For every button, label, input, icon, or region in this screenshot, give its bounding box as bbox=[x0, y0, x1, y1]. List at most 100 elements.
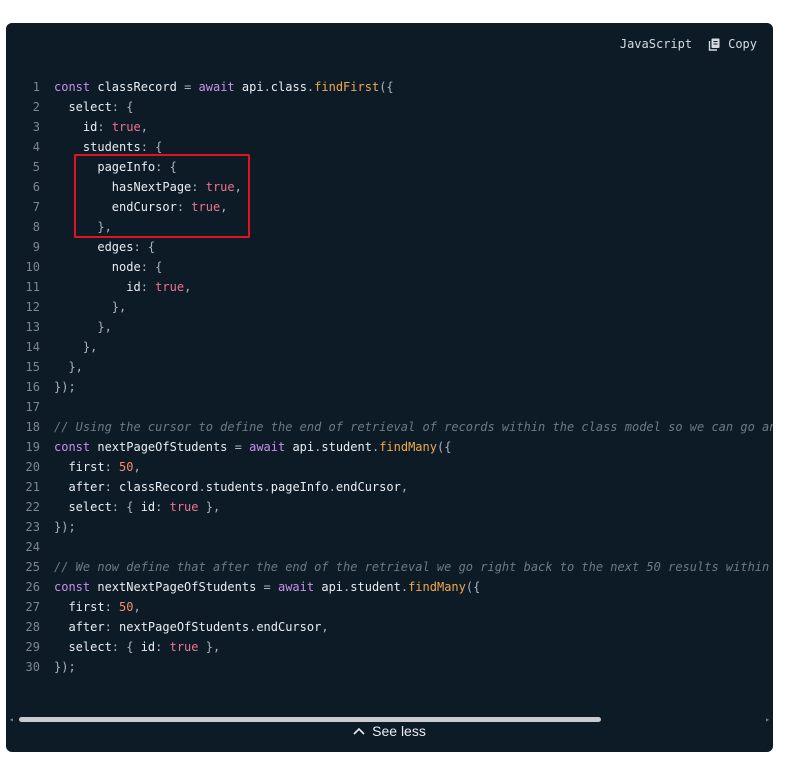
code-token: , bbox=[234, 180, 242, 194]
code-line: 9 edges: { bbox=[6, 237, 773, 257]
code-line: 15 }, bbox=[6, 357, 773, 377]
code-token: }, bbox=[205, 500, 221, 514]
code-token: , bbox=[400, 480, 409, 494]
line-number: 30 bbox=[25, 660, 40, 674]
code-token: : { bbox=[111, 500, 141, 514]
code-token: : bbox=[104, 480, 120, 494]
see-less-button[interactable]: See less bbox=[6, 717, 773, 745]
line-number: 27 bbox=[25, 600, 40, 614]
code-token: pageInfo bbox=[270, 480, 329, 494]
code-token: : { bbox=[111, 100, 134, 114]
code-line: 29 select: { id: true }, bbox=[6, 637, 773, 657]
line-number: 23 bbox=[25, 520, 40, 534]
line-number: 1 bbox=[32, 80, 40, 94]
code-token: after bbox=[54, 480, 105, 494]
code-token: }, bbox=[54, 300, 127, 314]
code-token: 50 bbox=[119, 460, 134, 474]
code-token: id bbox=[54, 120, 98, 134]
code-line: 20 first: 50, bbox=[6, 457, 773, 477]
code-token: : bbox=[104, 620, 120, 634]
code-line: 18 // Using the cursor to define the end … bbox=[6, 417, 773, 437]
code-token: , bbox=[133, 460, 141, 474]
code-token: true bbox=[111, 120, 141, 134]
code-toolbar: JavaScript Copy bbox=[620, 37, 757, 51]
code-token: node bbox=[54, 260, 141, 274]
line-number: 26 bbox=[25, 580, 40, 594]
code-line: 17 bbox=[6, 397, 773, 417]
code-token: endCursor bbox=[335, 480, 401, 494]
code-token: first bbox=[54, 460, 105, 474]
line-number: 12 bbox=[25, 300, 40, 314]
code-token: . bbox=[263, 80, 271, 94]
code-token: classRecord bbox=[97, 80, 185, 94]
code-token: true bbox=[155, 280, 185, 294]
code-token: : bbox=[97, 120, 112, 134]
code-token: }, bbox=[54, 360, 83, 374]
code-line: 21 after: classRecord.students.pageInfo.… bbox=[6, 477, 773, 497]
chevron-up-icon bbox=[353, 727, 365, 735]
code-token: first bbox=[54, 600, 105, 614]
code-token: , bbox=[184, 280, 192, 294]
code-token: classRecord bbox=[119, 480, 199, 494]
line-number: 5 bbox=[32, 160, 40, 174]
code-token: : bbox=[104, 600, 120, 614]
code-token: api bbox=[292, 440, 315, 454]
code-token: findMany bbox=[408, 580, 466, 594]
copy-button[interactable]: Copy bbox=[708, 37, 757, 51]
code-token: // Using the cursor to define the end of… bbox=[54, 420, 773, 434]
code-line: 27 first: 50, bbox=[6, 597, 773, 617]
code-token: id bbox=[140, 500, 156, 514]
line-number: 15 bbox=[25, 360, 40, 374]
code-line: 25 // We now define that after the end of… bbox=[6, 557, 773, 577]
code-token: const bbox=[54, 580, 98, 594]
code-token: , bbox=[140, 120, 148, 134]
code-line: 14 }, bbox=[6, 337, 773, 357]
code-token: true bbox=[169, 500, 206, 514]
line-number: 24 bbox=[25, 540, 40, 554]
code-token: nextPageOfStudents bbox=[119, 620, 250, 634]
line-number: 2 bbox=[32, 100, 40, 114]
code-token: const bbox=[54, 440, 98, 454]
code-token: id bbox=[54, 280, 141, 294]
line-number: 4 bbox=[32, 140, 40, 154]
code-token: . bbox=[328, 480, 336, 494]
code-token: nextPageOfStudents bbox=[97, 440, 235, 454]
code-token: : bbox=[176, 200, 192, 214]
code-token: select bbox=[54, 500, 112, 514]
code-token: }, bbox=[54, 340, 98, 354]
copy-icon bbox=[708, 38, 720, 51]
code-token: await bbox=[198, 80, 242, 94]
code-token: hasNextPage bbox=[54, 180, 192, 194]
code-token: select bbox=[54, 100, 112, 114]
code-token: }); bbox=[54, 520, 76, 534]
code-line: 4 students: { bbox=[6, 137, 773, 157]
code-token: : { bbox=[111, 640, 141, 654]
code-token: = bbox=[184, 80, 199, 94]
code-token: }, bbox=[54, 220, 112, 234]
code-line: 16}); bbox=[6, 377, 773, 397]
code-token: : bbox=[155, 640, 170, 654]
code-token: = bbox=[234, 440, 250, 454]
code-token: . bbox=[263, 480, 271, 494]
line-number: 17 bbox=[25, 400, 40, 414]
line-number: 14 bbox=[25, 340, 40, 354]
code-line: 22 select: { id: true }, bbox=[6, 497, 773, 517]
line-number: 21 bbox=[25, 480, 40, 494]
code-line: 23}); bbox=[6, 517, 773, 537]
line-number: 7 bbox=[32, 200, 40, 214]
code-token: pageInfo bbox=[54, 160, 156, 174]
line-number: 3 bbox=[32, 120, 40, 134]
code-token: : bbox=[155, 500, 170, 514]
line-number: 19 bbox=[25, 440, 40, 454]
code-token: }, bbox=[54, 320, 112, 334]
code-line: 13 }, bbox=[6, 317, 773, 337]
code-token: = bbox=[263, 580, 278, 594]
code-line: 11 id: true, bbox=[6, 277, 773, 297]
line-number: 16 bbox=[25, 380, 40, 394]
code-token: true bbox=[205, 180, 235, 194]
line-number: 22 bbox=[25, 500, 40, 514]
code-line: 3 id: true, bbox=[6, 117, 773, 137]
code-token: }, bbox=[205, 640, 221, 654]
code-token: , bbox=[220, 200, 228, 214]
code-token: endCursor bbox=[256, 620, 322, 634]
